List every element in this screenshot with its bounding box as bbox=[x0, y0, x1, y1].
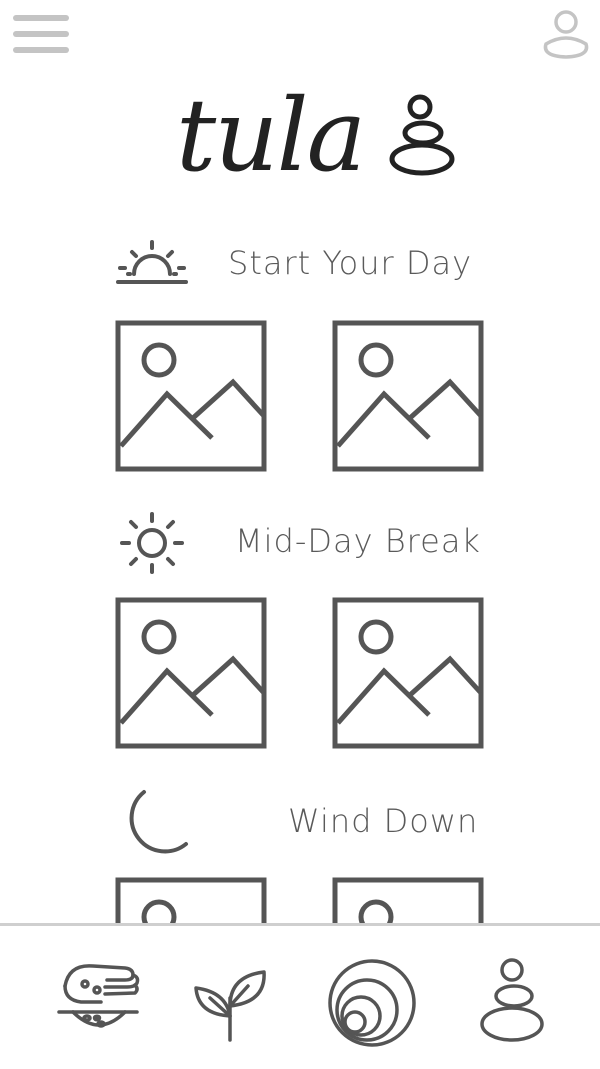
section-title: Start Your Day bbox=[228, 244, 473, 282]
section-header-start-your-day: Start Your Day bbox=[0, 232, 600, 302]
stacked-stones-icon[interactable] bbox=[470, 956, 565, 1051]
profile-avatar-icon[interactable] bbox=[540, 8, 592, 60]
hand-seeds-icon[interactable] bbox=[55, 956, 150, 1051]
stacked-stones-icon bbox=[389, 94, 455, 176]
hamburger-menu-icon[interactable] bbox=[12, 14, 72, 56]
content-area: tula Start Your Day Mid-Day Break Wind D… bbox=[0, 0, 600, 923]
sunrise-icon bbox=[112, 234, 192, 304]
concentric-circles-icon[interactable] bbox=[325, 956, 420, 1051]
bottom-navigation bbox=[0, 923, 600, 1069]
image-placeholder[interactable] bbox=[332, 597, 484, 749]
image-placeholder[interactable] bbox=[332, 320, 484, 472]
image-placeholder[interactable] bbox=[115, 597, 267, 749]
section-header-wind-down: Wind Down bbox=[0, 786, 600, 856]
image-placeholder[interactable] bbox=[115, 877, 267, 923]
brand-logo: tula bbox=[170, 55, 460, 194]
section-title: Wind Down bbox=[288, 802, 479, 840]
image-placeholder[interactable] bbox=[115, 320, 267, 472]
sprout-icon[interactable] bbox=[190, 956, 285, 1051]
moon-icon bbox=[112, 786, 192, 856]
image-placeholder[interactable] bbox=[332, 877, 484, 923]
section-title: Mid-Day Break bbox=[235, 522, 481, 560]
brand-logo-text: tula bbox=[176, 77, 364, 190]
sun-icon bbox=[112, 508, 192, 578]
section-header-mid-day-break: Mid-Day Break bbox=[0, 508, 600, 578]
